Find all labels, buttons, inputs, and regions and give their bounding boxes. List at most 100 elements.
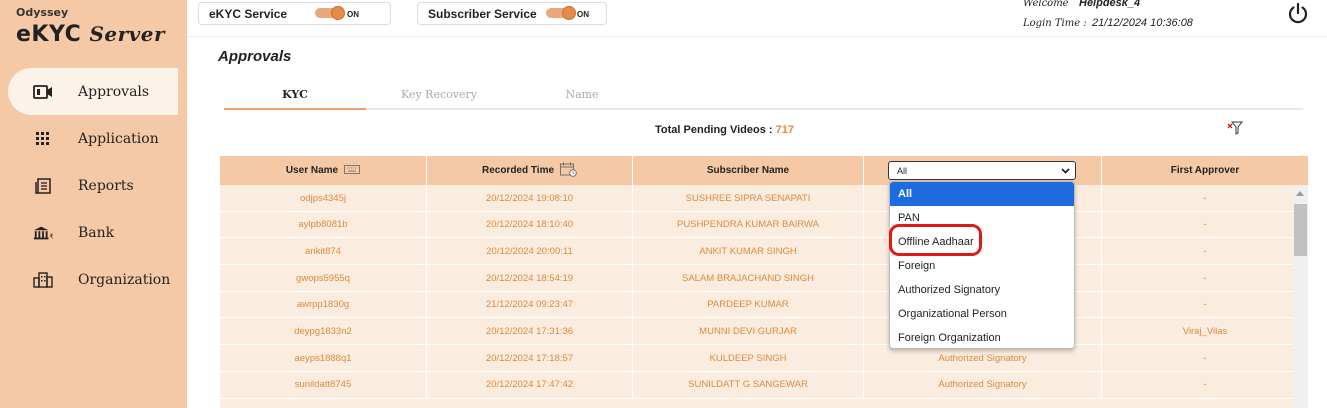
sidebar-item-label: Bank [78,224,115,241]
bank-icon: ₹ [33,223,53,243]
tab-name[interactable]: Name [511,88,653,101]
cell-first-approver: - [1203,299,1207,311]
brand-product: eKYC [16,22,82,47]
table-row[interactable]: odjps4345j 20/12/2024 19:08:10 SUSHREE S… [220,185,1308,212]
sidebar-item-bank[interactable]: ₹ Bank [0,209,187,256]
cell-first-approver: - [1203,272,1207,284]
building-icon [33,270,53,290]
type-filter-select[interactable]: All [888,161,1076,180]
cell-type: Authorized Signatory [864,371,1102,398]
brand-server: Server [89,22,166,46]
column-recorded-time: Recorded Time [427,156,633,185]
sidebar-item-label: Organization [78,271,171,288]
subscriber-service-label: Subscriber Service [428,6,537,21]
brand-company: Odyssey [16,6,69,19]
cell-subscriber-name: SALAM BRAJACHAND SINGH [633,265,864,292]
welcome-user: Helpdesk_4 [1079,0,1141,9]
table-row[interactable]: deypg1833n2 20/12/2024 17:31:36 MUNNI DE… [220,318,1308,346]
ekyc-service-state: ON [347,10,359,19]
page-title: Approvals [218,48,292,65]
cell-subscriber-name: PUSHPENDRA KUMAR BAIRWA [633,211,864,238]
cell-recorded-time: 20/12/2024 18:10:40 [427,211,633,238]
cell-user-name: deypg1833n2 [220,318,427,345]
cell-subscriber-name: SUSHREE SIPRA SENAPATI [633,185,864,211]
cell-first-approver: Viraj_Vilas [1182,325,1228,337]
power-icon[interactable] [1287,2,1309,24]
sidebar: Odyssey eKYC Server Approvals Applicatio… [0,0,187,408]
subscriber-service-switch[interactable] [546,6,576,20]
cell-user-name: sunildatt8745 [220,371,427,398]
sidebar-item-organization[interactable]: Organization [0,256,187,303]
cell-recorded-time: 20/12/2024 17:47:42 [427,371,633,398]
ekyc-service-switch[interactable] [315,6,345,20]
cell-user-name: gwops5955q [220,265,427,292]
scroll-thumb[interactable] [1294,204,1307,256]
tab-kyc[interactable]: KYC [224,88,366,101]
table-row[interactable]: ankit874 20/12/2024 20:00:11 ANKIT KUMAR… [220,238,1308,266]
cell-recorded-time: 20/12/2024 19:08:10 [427,185,633,211]
sidebar-item-approvals[interactable]: Approvals [8,68,178,115]
cell-first-approver: - [1203,379,1207,391]
pending-videos: Total Pending Videos : 717 [655,124,794,136]
switch-knob [331,6,345,20]
cell-recorded-time: 21/12/2024 09:23:47 [427,291,633,318]
tab-key-recovery[interactable]: Key Recovery [368,88,510,101]
welcome-label: Welcome [1023,0,1069,9]
type-filter-dropdown: All PAN Offline Aadhaar Foreign Authoriz… [889,181,1075,349]
cell-recorded-time: 20/12/2024 17:18:57 [427,345,633,372]
switch-knob [562,6,576,20]
table-row[interactable]: awrpp1830g 21/12/2024 09:23:47 PARDEEP K… [220,291,1308,319]
dropdown-option-authorized-signatory[interactable]: Authorized Signatory [890,278,1074,302]
subscriber-service-state: ON [577,10,589,19]
column-label: User Name [285,165,339,176]
dropdown-option-foreign[interactable]: Foreign [890,254,1074,278]
scroll-up-arrow-icon[interactable] [1296,191,1304,196]
sidebar-nav: Approvals Application Reports ₹ Bank Org… [0,68,187,303]
cell-subscriber-name: MUNNI DEVI GURJAR [633,318,864,345]
dropdown-option-organizational-person[interactable]: Organizational Person [890,302,1074,326]
chevron-down-icon [1060,165,1071,176]
cell-subscriber-name: ANKIT KUMAR SINGH [633,238,864,265]
table-row[interactable]: sunildatt8745 20/12/2024 17:47:42 SUNILD… [220,371,1308,399]
ekyc-service-toggle[interactable]: eKYC Service ON [198,2,391,25]
grid-icon [33,129,53,149]
dropdown-option-all[interactable]: All [890,182,1074,206]
column-first-approver: First Approver [1170,165,1240,176]
approvals-table: User Name Recorded Time Subscriber Name … [220,156,1308,408]
sidebar-item-label: Reports [78,177,134,194]
sidebar-item-application[interactable]: Application [0,115,187,162]
cell-first-approver: - [1203,192,1207,204]
clear-filter-icon[interactable] [1227,121,1244,135]
column-user-name: User Name [220,156,427,185]
table-scrollbar[interactable] [1293,187,1308,408]
active-tab-indicator [224,108,366,110]
report-icon [33,176,53,196]
cell-user-name: awrpp1830g [220,291,427,318]
pending-count: 717 [775,124,794,136]
keyboard-icon[interactable] [344,164,361,177]
calendar-icon[interactable] [560,162,577,180]
brand-logo: eKYC Server [16,22,165,47]
tab-bar: KYC Key Recovery Name [224,84,1303,110]
table-row[interactable]: aylpb8081b 20/12/2024 18:10:40 PUSHPENDR… [220,211,1308,239]
cell-recorded-time: 20/12/2024 20:00:11 [427,238,633,265]
dropdown-option-foreign-organization[interactable]: Foreign Organization [890,326,1074,348]
table-row[interactable] [220,398,1308,408]
subscriber-service-toggle[interactable]: Subscriber Service ON [417,2,607,25]
cell-recorded-time: 20/12/2024 17:31:36 [427,318,633,345]
table-row[interactable]: aeyps1888q1 20/12/2024 17:18:57 KULDEEP … [220,345,1308,372]
sidebar-item-label: Application [78,130,159,147]
cell-subscriber-name: PARDEEP KUMAR [633,291,864,318]
cell-user-name: odjps4345j [220,185,427,211]
cell-user-name: aeyps1888q1 [220,345,427,372]
cell-subscriber-name: KULDEEP SINGH [633,345,864,372]
sidebar-item-reports[interactable]: Reports [0,162,187,209]
cell-type: Authorized Signatory [864,345,1102,372]
cell-first-approver: - [1203,219,1207,231]
cell-subscriber-name: SUNILDATT G SANGEWAR [633,371,864,398]
cell-recorded-time: 20/12/2024 18:54:19 [427,265,633,292]
header-divider [187,36,1327,37]
video-icon [33,82,53,102]
table-row[interactable]: gwops5955q 20/12/2024 18:54:19 SALAM BRA… [220,265,1308,292]
type-filter-value: All [897,165,908,176]
